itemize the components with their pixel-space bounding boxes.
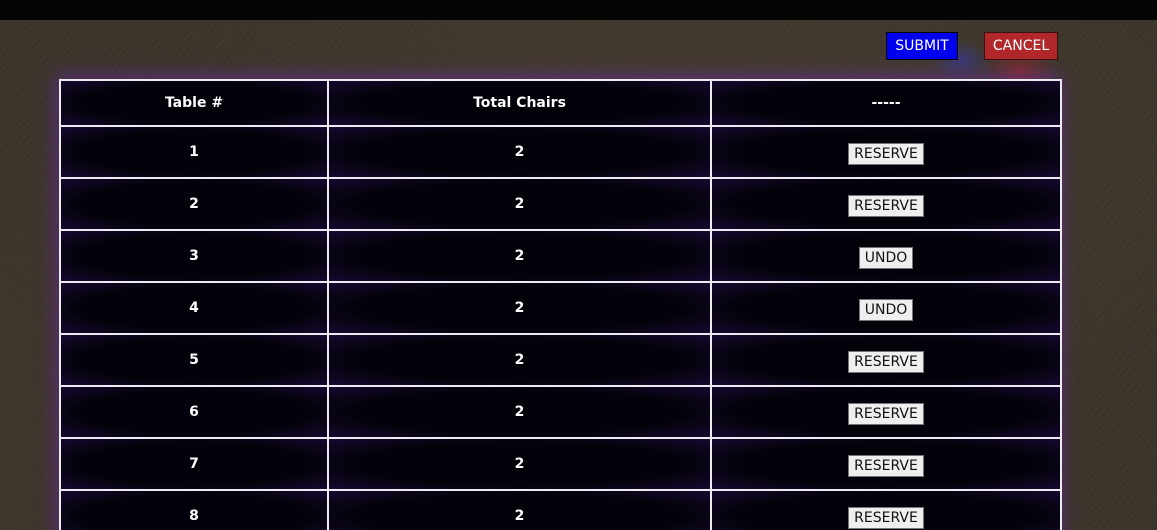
action-cell: RESERVE (710, 437, 1062, 491)
table-number-cell: 7 (59, 437, 329, 491)
table-number-cell: 6 (59, 385, 329, 439)
reservation-table-container: Table # Total Chairs ----- 1 2 RESERVE 2… (59, 79, 1062, 530)
table-number-cell: 8 (59, 489, 329, 530)
reserve-button[interactable]: RESERVE (848, 507, 924, 529)
table-row: 1 2 RESERVE (59, 125, 1062, 179)
chairs-cell: 2 (327, 177, 712, 231)
action-cell: UNDO (710, 281, 1062, 335)
table-header-row: Table # Total Chairs ----- (59, 79, 1062, 127)
undo-button[interactable]: UNDO (858, 247, 914, 269)
table-row: 5 2 RESERVE (59, 333, 1062, 387)
chairs-cell: 2 (327, 333, 712, 387)
action-cell: RESERVE (710, 489, 1062, 530)
header-action: ----- (710, 79, 1062, 127)
submit-button[interactable]: SUBMIT (886, 32, 958, 60)
table-number-cell: 5 (59, 333, 329, 387)
chairs-cell: 2 (327, 281, 712, 335)
table-row: 2 2 RESERVE (59, 177, 1062, 231)
reserve-button[interactable]: RESERVE (848, 351, 924, 373)
table-number-cell: 3 (59, 229, 329, 283)
chairs-cell: 2 (327, 489, 712, 530)
reserve-button[interactable]: RESERVE (848, 455, 924, 477)
action-cell: RESERVE (710, 177, 1062, 231)
table-row: 4 2 UNDO (59, 281, 1062, 335)
table-number-cell: 1 (59, 125, 329, 179)
action-cell: RESERVE (710, 125, 1062, 179)
reserve-button[interactable]: RESERVE (848, 195, 924, 217)
header-table-number: Table # (59, 79, 329, 127)
table-number-cell: 4 (59, 281, 329, 335)
table-row: 6 2 RESERVE (59, 385, 1062, 439)
reserve-button[interactable]: RESERVE (848, 143, 924, 165)
chairs-cell: 2 (327, 125, 712, 179)
reserve-button[interactable]: RESERVE (848, 403, 924, 425)
reservation-table: Table # Total Chairs ----- 1 2 RESERVE 2… (59, 79, 1062, 530)
action-cell: RESERVE (710, 333, 1062, 387)
cancel-button[interactable]: CANCEL (984, 32, 1058, 60)
table-row: 3 2 UNDO (59, 229, 1062, 283)
table-number-cell: 2 (59, 177, 329, 231)
chairs-cell: 2 (327, 385, 712, 439)
action-cell: RESERVE (710, 385, 1062, 439)
chairs-cell: 2 (327, 437, 712, 491)
action-cell: UNDO (710, 229, 1062, 283)
undo-button[interactable]: UNDO (858, 299, 914, 321)
chairs-cell: 2 (327, 229, 712, 283)
top-bar (0, 0, 1157, 20)
header-total-chairs: Total Chairs (327, 79, 712, 127)
table-row: 8 2 RESERVE (59, 489, 1062, 530)
table-row: 7 2 RESERVE (59, 437, 1062, 491)
